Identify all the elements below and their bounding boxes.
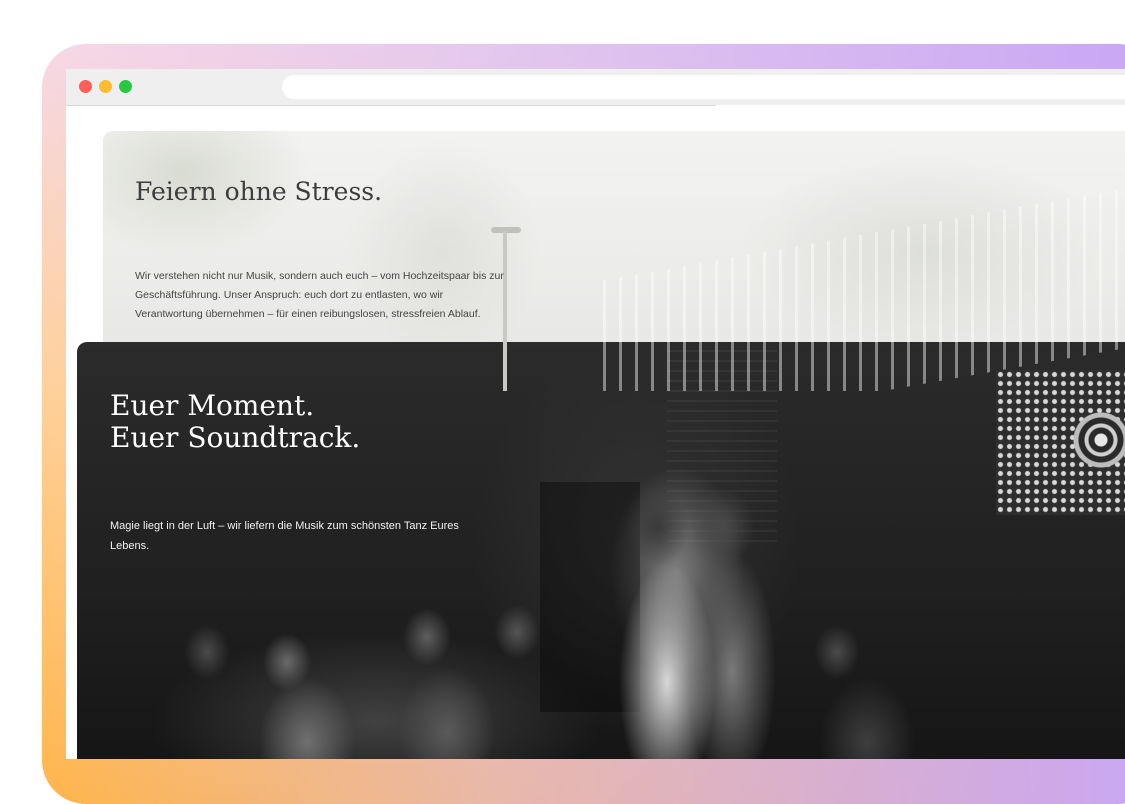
address-bar[interactable] (282, 75, 1125, 99)
hero-title-line-2: Euer Soundtrack. (110, 421, 361, 454)
led-screen-photo (996, 370, 1125, 515)
hero-description: Magie liegt in der Luft – wir liefern di… (110, 520, 459, 552)
section-title: Feiern ohne Stress. (135, 177, 383, 206)
browser-titlebar (66, 69, 1125, 105)
zoom-window-button[interactable] (119, 80, 132, 93)
browser-window: Feiern ohne Stress. Wir verstehen nicht … (66, 69, 1125, 759)
minimize-window-button[interactable] (99, 80, 112, 93)
close-window-button[interactable] (79, 80, 92, 93)
titlebar-divider (66, 105, 716, 106)
railing-photo (603, 181, 1125, 391)
section-description: Wir verstehen nicht nur Musik, sondern a… (135, 270, 504, 320)
soundtrack-section: Euer Moment. Euer Soundtrack. Magie lieg… (77, 342, 1125, 759)
dancing-couple-photo (597, 492, 777, 759)
hero-title: Euer Moment. Euer Soundtrack. (110, 390, 360, 454)
hero-title-line-1: Euer Moment. (110, 389, 315, 422)
